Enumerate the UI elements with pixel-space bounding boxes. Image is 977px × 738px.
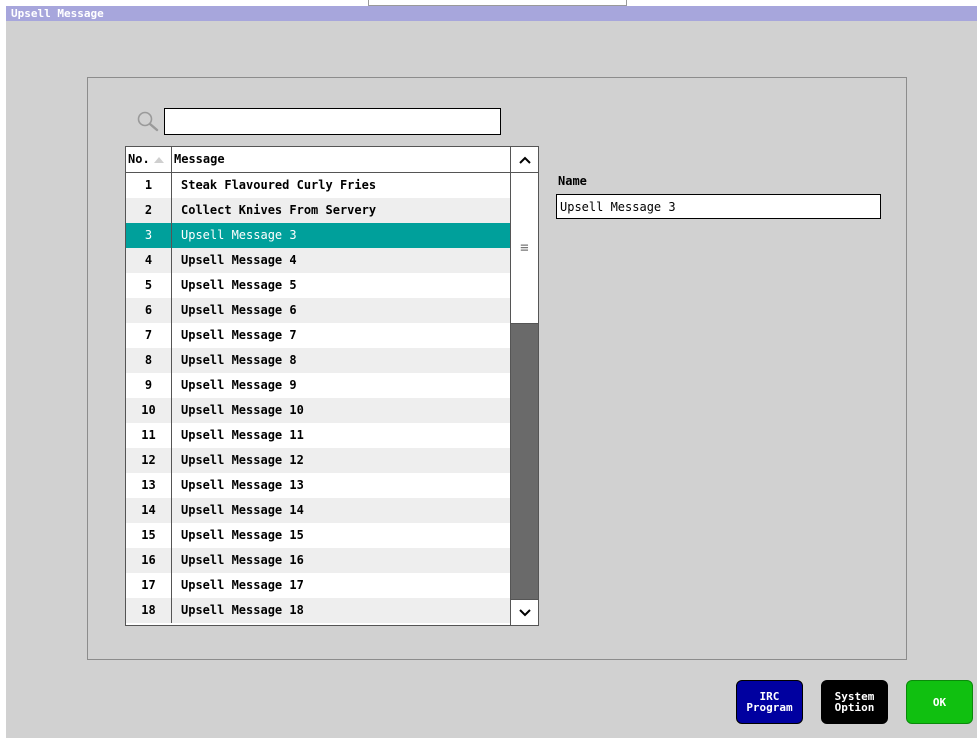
row-number: 13 (126, 473, 172, 498)
table-header: No. Message (126, 147, 510, 173)
table-row[interactable]: 5 Upsell Message 5 (126, 273, 510, 298)
row-number: 15 (126, 523, 172, 548)
table-row[interactable]: 17 Upsell Message 17 (126, 573, 510, 598)
table-row[interactable]: 8 Upsell Message 8 (126, 348, 510, 373)
chevron-up-icon (518, 156, 531, 164)
row-message: Upsell Message 11 (181, 428, 304, 442)
row-message: Upsell Message 10 (181, 403, 304, 417)
table-row[interactable]: 14 Upsell Message 14 (126, 498, 510, 523)
row-number: 2 (126, 198, 172, 223)
row-number: 9 (126, 373, 172, 398)
message-table: No. Message 1 Steak Flavoured Curly Fries… (125, 146, 539, 626)
row-number: 7 (126, 323, 172, 348)
column-header-message[interactable]: Message (172, 147, 510, 172)
table-row[interactable]: 3 Upsell Message 3 (126, 223, 510, 248)
row-number: 12 (126, 448, 172, 473)
search-input[interactable] (164, 108, 501, 135)
window-title: Upsell Message (11, 7, 104, 20)
row-number: 8 (126, 348, 172, 373)
table-body: 1 Steak Flavoured Curly Fries 2 Collect Kni… (126, 173, 510, 623)
row-number: 1 (126, 173, 172, 198)
table-row[interactable]: 4 Upsell Message 4 (126, 248, 510, 273)
row-message: Upsell Message 6 (181, 303, 297, 317)
name-field[interactable] (556, 194, 881, 219)
row-number: 11 (126, 423, 172, 448)
table-row[interactable]: 7 Upsell Message 7 (126, 323, 510, 348)
row-message: Upsell Message 14 (181, 503, 304, 517)
row-number: 17 (126, 573, 172, 598)
column-header-no[interactable]: No. (126, 147, 172, 172)
table-row[interactable]: 11 Upsell Message 11 (126, 423, 510, 448)
row-message: Upsell Message 7 (181, 328, 297, 342)
ok-button[interactable]: OK (906, 680, 973, 724)
row-message: Upsell Message 18 (181, 603, 304, 617)
table-row[interactable]: 2 Collect Knives From Servery (126, 198, 510, 223)
row-message: Upsell Message 9 (181, 378, 297, 392)
column-header-message-label: Message (174, 152, 225, 166)
title-tab (368, 0, 627, 6)
grip-icon: ≡ (520, 240, 529, 256)
table-row[interactable]: 1 Steak Flavoured Curly Fries (126, 173, 510, 198)
column-header-no-label: No. (128, 152, 150, 166)
table-row[interactable]: 10 Upsell Message 10 (126, 398, 510, 423)
chevron-down-icon (518, 608, 531, 616)
scroll-up-button[interactable] (511, 147, 538, 173)
sort-ascending-icon (153, 156, 164, 163)
table-row[interactable]: 16 Upsell Message 16 (126, 548, 510, 573)
row-message: Upsell Message 17 (181, 578, 304, 592)
row-number: 6 (126, 298, 172, 323)
row-number: 3 (126, 223, 172, 248)
row-number: 16 (126, 548, 172, 573)
irc-program-button[interactable]: IRC Program (736, 680, 803, 724)
row-message: Upsell Message 8 (181, 353, 297, 367)
row-number: 14 (126, 498, 172, 523)
row-number: 4 (126, 248, 172, 273)
row-message: Upsell Message 3 (181, 228, 297, 242)
row-message: Upsell Message 16 (181, 553, 304, 567)
table-row[interactable]: 13 Upsell Message 13 (126, 473, 510, 498)
row-message: Upsell Message 15 (181, 528, 304, 542)
row-message: Upsell Message 5 (181, 278, 297, 292)
system-option-button[interactable]: System Option (821, 680, 888, 724)
row-number: 10 (126, 398, 172, 423)
table-row[interactable]: 12 Upsell Message 12 (126, 448, 510, 473)
search-icon[interactable] (136, 110, 160, 134)
table-row[interactable]: 15 Upsell Message 15 (126, 523, 510, 548)
row-number: 18 (126, 598, 172, 623)
scroll-down-button[interactable] (511, 599, 538, 625)
row-message: Upsell Message 4 (181, 253, 297, 267)
scroll-thumb[interactable]: ≡ (511, 173, 538, 324)
row-message: Steak Flavoured Curly Fries (181, 178, 377, 192)
name-label: Name (558, 174, 587, 188)
row-message: Collect Knives From Servery (181, 203, 377, 217)
table-row[interactable]: 6 Upsell Message 6 (126, 298, 510, 323)
window-title-bar: Upsell Message (6, 6, 977, 21)
row-message: Upsell Message 13 (181, 478, 304, 492)
row-number: 5 (126, 273, 172, 298)
row-message: Upsell Message 12 (181, 453, 304, 467)
table-row[interactable]: 9 Upsell Message 9 (126, 373, 510, 398)
vertical-scrollbar[interactable]: ≡ (510, 147, 538, 625)
table-row[interactable]: 18 Upsell Message 18 (126, 598, 510, 623)
